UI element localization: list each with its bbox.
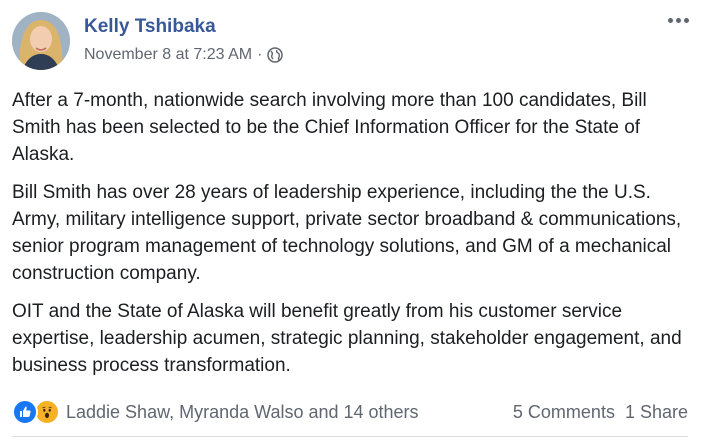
reaction-icons[interactable] xyxy=(12,399,60,425)
more-dot xyxy=(676,18,681,23)
engagement-counts: 5 Comments 1 Share xyxy=(513,402,688,423)
meta-separator: · xyxy=(257,46,263,63)
facebook-post: Kelly Tshibaka November 8 at 7:23 AM · A… xyxy=(0,0,705,445)
post-paragraph: After a 7-month, nationwide search invol… xyxy=(12,90,647,165)
more-options-icon[interactable] xyxy=(664,14,693,27)
post-timestamp[interactable]: November 8 at 7:23 AM xyxy=(84,46,252,64)
profile-photo xyxy=(12,12,70,70)
more-dot xyxy=(684,18,689,23)
post-paragraph: OIT and the State of Alaska will benefit… xyxy=(12,301,682,376)
post-paragraph: Bill Smith has over 28 years of leadersh… xyxy=(12,182,682,284)
comments-count[interactable]: 5 Comments xyxy=(513,402,615,423)
like-icon xyxy=(12,399,38,425)
more-dot xyxy=(668,18,673,23)
post-meta: November 8 at 7:23 AM · xyxy=(84,46,284,64)
divider xyxy=(12,436,688,437)
post-body: After a 7-month, nationwide search invol… xyxy=(12,87,692,390)
reactions-summary[interactable]: Laddie Shaw, Myranda Walso and 14 others xyxy=(66,402,513,423)
engagement-bar: Laddie Shaw, Myranda Walso and 14 others… xyxy=(12,399,688,425)
globe-icon[interactable] xyxy=(267,47,284,63)
author-name[interactable]: Kelly Tshibaka xyxy=(84,16,216,38)
shares-count[interactable]: 1 Share xyxy=(625,402,688,423)
avatar[interactable] xyxy=(12,12,70,70)
